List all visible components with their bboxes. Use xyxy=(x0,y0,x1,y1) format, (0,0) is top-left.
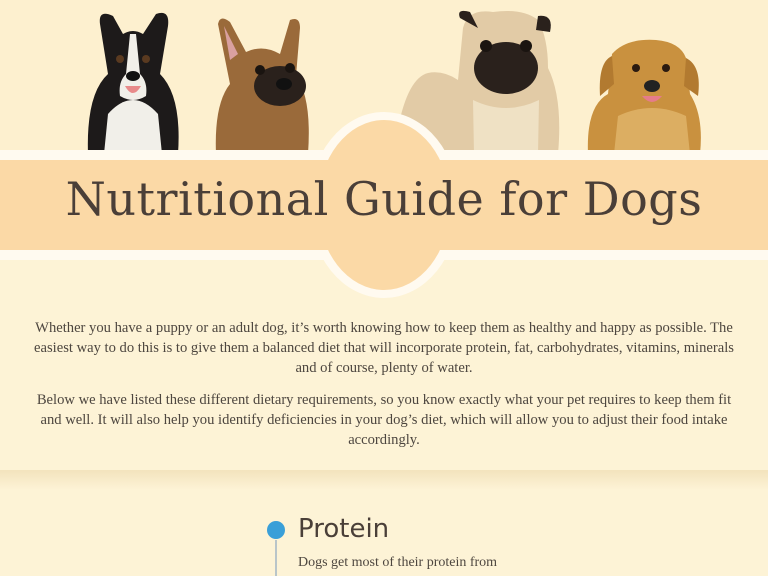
intro-paragraph-1: Whether you have a puppy or an adult dog… xyxy=(34,320,734,376)
section-text-protein: Dogs get most of their protein from xyxy=(298,555,498,570)
timeline-line xyxy=(275,540,277,576)
page-title: Nutritional Guide for Dogs xyxy=(65,172,703,226)
section-title-protein: Protein xyxy=(298,514,390,544)
intro-paragraph-2: Below we have listed these different die… xyxy=(36,392,732,448)
border-collie-image xyxy=(87,12,179,154)
timeline-bullet-icon xyxy=(267,521,285,539)
golden-retriever-image xyxy=(587,39,701,154)
intro-text: Whether you have a puppy or an adult dog… xyxy=(30,318,738,462)
french-bulldog-image xyxy=(215,18,309,154)
section-divider xyxy=(0,470,768,490)
